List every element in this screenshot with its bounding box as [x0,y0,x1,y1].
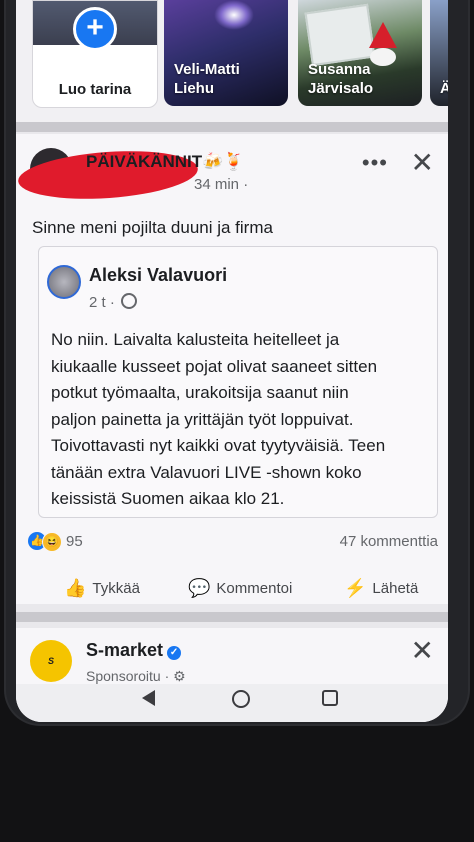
recents-nav-button[interactable] [322,690,338,706]
story-card-veli-matti[interactable]: Veli-Matti Liehu [164,0,288,106]
sponsored-text: Sponsoroitu · [86,668,170,684]
story-card-partial[interactable]: Älvs [430,0,448,106]
post-timestamp[interactable]: 34 min · [194,176,248,193]
body-line: potkut työmaalta, urakoitsija saanut nii… [51,383,349,402]
story-name-line2: Liehu [174,80,214,97]
like-button[interactable]: 👍 Tykkää [64,578,140,599]
recents-square-icon [322,690,338,706]
send-label: Lähetä [372,580,419,597]
feed-separator [16,612,448,622]
app-screen: + Luo tarina Veli-Matti Liehu Susanna Jä… [16,0,448,722]
stories-row: + Luo tarina Veli-Matti Liehu Susanna Jä… [16,0,448,122]
story-name-line2: Järvisalo [308,80,374,97]
settings-gear-icon: ⚙ [173,668,186,684]
body-line: keissistä Suomen aikaa klo 21. [51,489,285,508]
verified-badge-icon: ✓ [167,646,182,660]
sponsor-name[interactable]: S-market ✓ [86,640,182,661]
stage-light-image [214,0,254,30]
comment-label: Kommentoi [216,580,293,597]
android-nav-bar [16,684,448,722]
feed-separator [16,122,448,132]
christmas-card-image [304,3,376,67]
close-icon[interactable]: ✕ [411,634,434,667]
plus-icon: + [73,7,117,51]
like-label: Tykkää [92,580,140,597]
comment-count[interactable]: 47 kommenttia [340,533,438,550]
sponsor-name-text: S-market [86,640,164,660]
thumbs-up-icon: 👍 [64,578,87,598]
more-dots-icon[interactable]: ••• [362,150,388,176]
shared-post-body: No niin. Laivalta kalusteita heitelleet … [51,327,431,513]
story-name-line1: Veli-Matti [174,61,240,78]
back-triangle-icon [142,690,155,706]
haha-reaction-icon[interactable]: 😆 [42,532,62,552]
sponsored-label: Sponsoroitu · ⚙ [86,668,186,685]
close-icon[interactable]: ✕ [411,146,434,179]
create-story-label: Luo tarina [58,81,132,98]
feed-post: PÄIVÄKÄNNIT🍻🍹 34 min · ••• ✕ Sinne meni … [16,134,448,604]
shared-meta: 2 t · [89,293,137,311]
create-story-card[interactable]: + Luo tarina [32,0,158,108]
post-text: Sinne meni pojilta duuni ja firma [32,218,273,237]
comment-button[interactable]: 💬 Kommentoi [188,578,292,599]
shared-author-name[interactable]: Aleksi Valavuori [89,265,227,286]
body-line: No niin. Laivalta kalusteita heitelleet … [51,330,340,349]
home-nav-button[interactable] [232,690,250,708]
shared-timestamp[interactable]: 2 t · [89,294,115,311]
post-stats: 👍 😆 95 47 kommenttia [16,530,448,554]
author-avatar[interactable] [47,265,81,299]
phone-frame: + Luo tarina Veli-Matti Liehu Susanna Jä… [6,0,468,724]
s-market-logo[interactable]: S MARKET [30,640,72,708]
send-button[interactable]: ⚡ Lähetä [344,578,418,599]
story-card-susanna[interactable]: Susanna Järvisalo [298,0,422,106]
globe-icon [120,293,137,309]
body-line: kiukaalle kusseet pojat olivat saaneet s… [51,356,378,376]
story-name-line1: Susanna [308,61,371,78]
group-name[interactable]: PÄIVÄKÄNNIT🍻🍹 [86,152,245,172]
body-line: paljon painetta ja yrittäjän työt loppui… [51,409,354,429]
post-actions: 👍 Tykkää 💬 Kommentoi ⚡ Lähetä [16,578,448,604]
home-circle-icon [232,690,250,708]
messenger-icon: ⚡ [344,578,367,598]
story-name: Veli-Matti Liehu [174,60,240,98]
post-header: PÄIVÄKÄNNIT🍻🍹 34 min · ••• ✕ [16,145,434,205]
reaction-count[interactable]: 95 [66,533,83,550]
story-name: Susanna Järvisalo [308,60,373,98]
shared-post[interactable]: Aleksi Valavuori 2 t · No niin. Laivalta… [38,246,438,518]
comment-bubble-icon: 💬 [188,578,211,598]
story-name-line1: Älvs [440,80,448,97]
body-line: Toivottavasti nyt kaikki ovat tyytyväisi… [51,436,386,455]
body-line: tänään extra Valavuori LIVE -shown koko [51,462,362,482]
story-name: Älvs [440,79,448,98]
back-nav-button[interactable] [142,690,155,706]
